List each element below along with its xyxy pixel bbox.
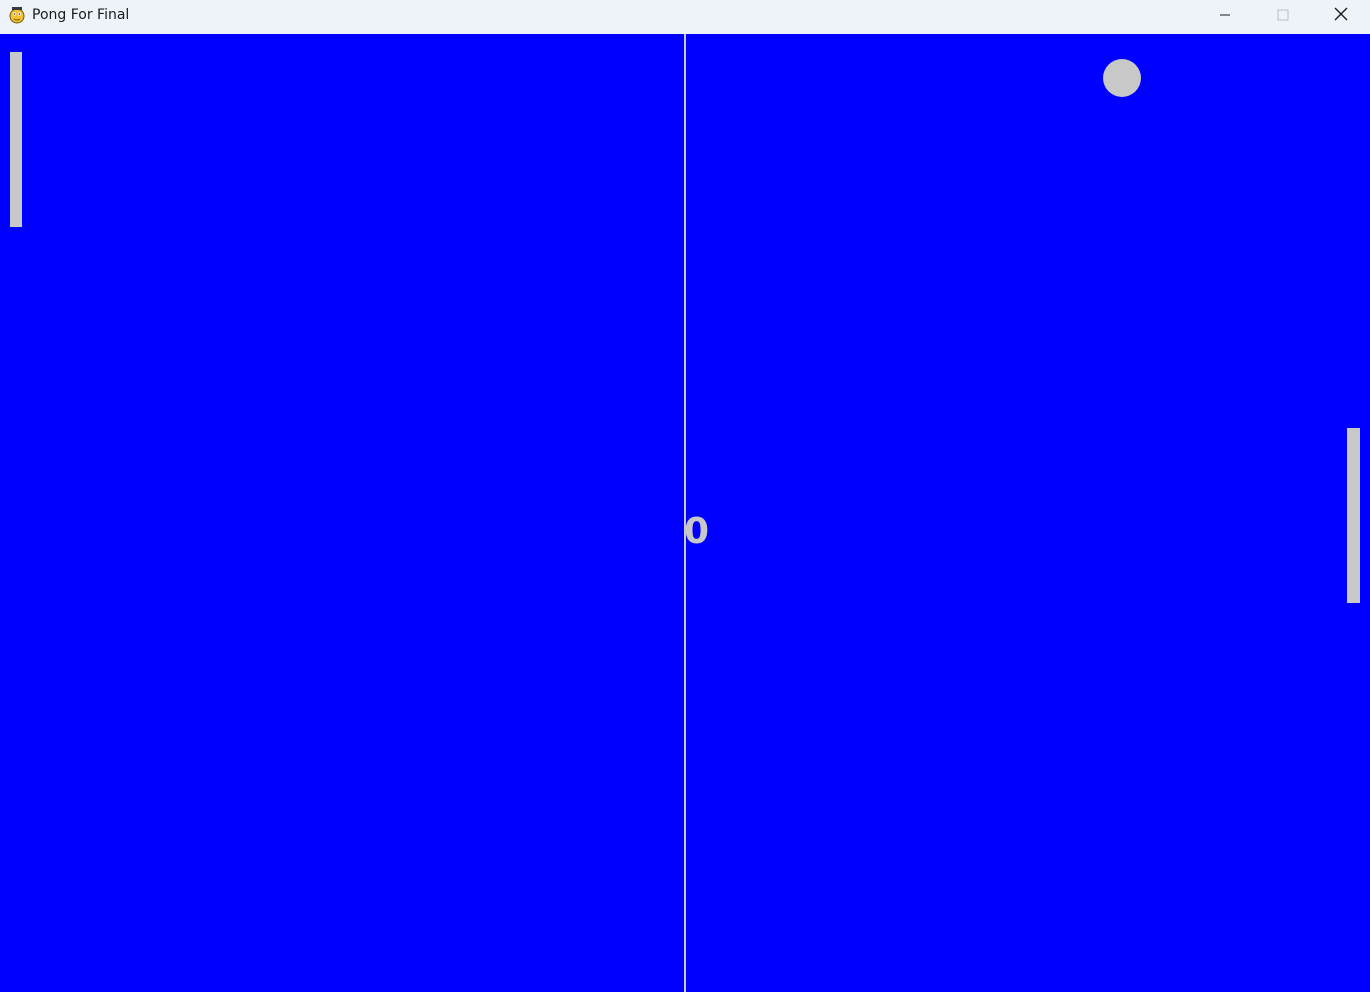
maximize-icon (1277, 6, 1289, 25)
app-window: Pong For Final 0 (0, 0, 1370, 992)
window-title: Pong For Final (32, 7, 130, 23)
pygame-snake-icon (8, 6, 26, 24)
ball (1103, 59, 1141, 97)
minimize-button[interactable] (1196, 0, 1254, 30)
right-paddle (1347, 428, 1360, 603)
title-bar[interactable]: Pong For Final (0, 0, 1370, 34)
left-paddle (10, 52, 22, 227)
close-icon (1334, 6, 1348, 25)
score-display: 0 (684, 511, 710, 552)
close-button[interactable] (1312, 0, 1370, 30)
game-canvas[interactable]: 0 (0, 34, 1370, 992)
maximize-button[interactable] (1254, 0, 1312, 30)
minimize-icon (1219, 6, 1231, 25)
